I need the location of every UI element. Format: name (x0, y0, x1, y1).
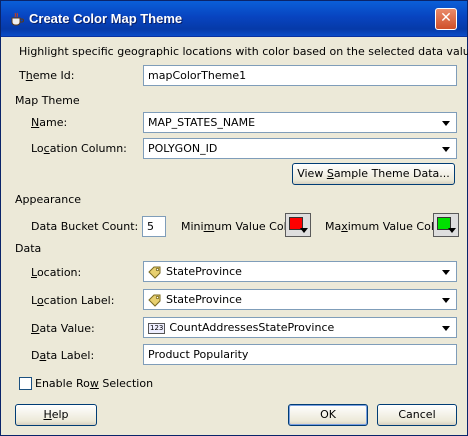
ok-button[interactable]: OK (288, 404, 368, 426)
location-label-value: StateProvince (166, 293, 242, 306)
data-value-label: Data Value: (31, 322, 95, 335)
location-column-select[interactable]: POLYGON_ID (143, 138, 457, 159)
enable-row-selection-label: Enable Row Selection (35, 377, 154, 390)
title-bar[interactable]: Create Color Map Theme ✕ (1, 1, 467, 37)
close-button[interactable]: ✕ (435, 8, 457, 30)
description-text: Highlight specific geographic locations … (19, 45, 468, 58)
chevron-down-icon (442, 147, 450, 152)
data-bucket-count-input[interactable]: 5 (142, 216, 166, 237)
data-value-select[interactable]: 123 CountAddressesStateProvince (143, 317, 457, 338)
theme-id-label: Theme Id: (19, 69, 75, 82)
cancel-button[interactable]: Cancel (377, 404, 457, 426)
chevron-down-icon (442, 326, 450, 331)
maximum-value-color-label: Maximum Value Color: (325, 220, 449, 233)
tag-icon (148, 294, 161, 307)
enable-row-selection-checkbox[interactable] (19, 377, 32, 390)
chevron-down-icon (442, 298, 450, 303)
coffee-cup-icon (11, 12, 24, 26)
help-button[interactable]: Help (15, 404, 97, 426)
maximum-value-color-button[interactable] (433, 213, 459, 237)
name-label: Name: (31, 116, 68, 129)
chevron-down-icon (442, 121, 450, 126)
data-value-value: CountAddressesStateProvince (169, 321, 335, 334)
location-label-select[interactable]: StateProvince (143, 289, 457, 310)
appearance-heading: Appearance (15, 193, 82, 206)
location-column-value: POLYGON_ID (148, 142, 218, 155)
name-select[interactable]: MAP_STATES_NAME (143, 112, 457, 133)
location-value: StateProvince (166, 265, 242, 278)
location-label-label: Location Label: (31, 294, 115, 307)
theme-id-input[interactable]: mapColorTheme1 (143, 65, 457, 86)
tag-icon (148, 266, 161, 279)
location-label: Location: (31, 266, 82, 279)
data-label-label: Data Label: (31, 349, 95, 362)
data-bucket-count-label: Data Bucket Count: (31, 220, 139, 233)
window-title: Create Color Map Theme (29, 11, 183, 26)
location-column-label: Location Column: (31, 142, 127, 155)
data-heading: Data (15, 242, 42, 255)
minimum-value-color-button[interactable] (285, 213, 311, 237)
name-select-value: MAP_STATES_NAME (148, 116, 256, 129)
chevron-down-icon (300, 228, 308, 233)
create-color-map-theme-dialog: Create Color Map Theme ✕ Highlight speci… (0, 0, 468, 436)
chevron-down-icon (448, 228, 456, 233)
data-label-input[interactable]: Product Popularity (143, 344, 457, 365)
chevron-down-icon (442, 270, 450, 275)
close-icon: ✕ (440, 10, 452, 26)
minimum-value-color-label: Minimum Value Color: (181, 220, 302, 233)
location-select[interactable]: StateProvince (143, 261, 457, 282)
map-theme-heading: Map Theme (15, 94, 80, 107)
view-sample-theme-data-button[interactable]: View Sample Theme Data... (292, 163, 455, 185)
numeric-123-icon: 123 (148, 322, 166, 334)
